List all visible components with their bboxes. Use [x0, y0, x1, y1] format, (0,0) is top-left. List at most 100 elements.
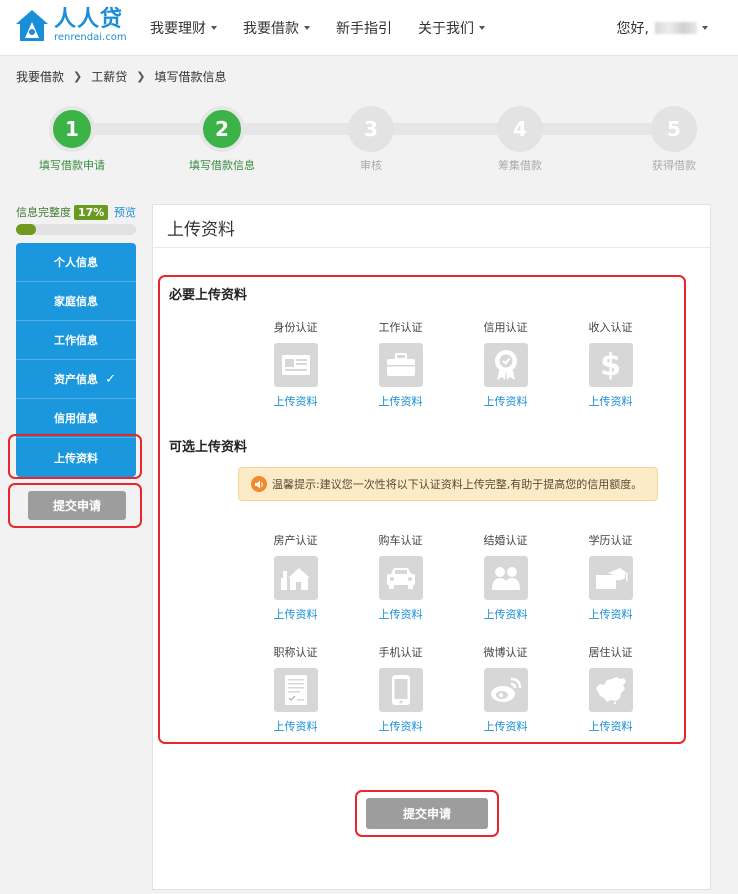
- card-label: 工作认证: [378, 321, 423, 334]
- step-4: 4 筹集借款: [460, 106, 580, 173]
- step-number: 1: [49, 106, 95, 152]
- card-label: 微博认证: [483, 646, 528, 659]
- upload-card-weibo: 微博认证 上传资料: [453, 644, 558, 734]
- car-icon[interactable]: [378, 556, 423, 600]
- sidebar-item-label: 家庭信息: [54, 295, 98, 308]
- sidebar-item-work[interactable]: 工作信息: [16, 321, 136, 360]
- logo-domain: renrendai.com: [54, 32, 127, 43]
- upload-card-house: 房产认证 上传资料: [243, 532, 348, 622]
- sidebar-item-label: 工作信息: [54, 334, 98, 347]
- certificate-doc-icon[interactable]: [273, 668, 318, 712]
- couple-icon[interactable]: [483, 556, 528, 600]
- china-map-icon[interactable]: [588, 668, 633, 712]
- preview-link[interactable]: 预览: [114, 204, 136, 220]
- step-2: 2 填写借款信息: [162, 106, 282, 173]
- breadcrumb-item[interactable]: 我要借款: [16, 68, 64, 85]
- upload-card-education: 学历认证 上传资料: [558, 532, 663, 622]
- nav-about[interactable]: 关于我们: [418, 18, 485, 38]
- logo-name: 人人贷: [54, 7, 124, 32]
- house-icon[interactable]: [273, 556, 318, 600]
- upload-link[interactable]: 上传资料: [558, 393, 663, 409]
- card-label: 结婚认证: [483, 534, 528, 547]
- submit-button[interactable]: 提交申请: [366, 798, 488, 829]
- id-card-icon[interactable]: [273, 343, 318, 387]
- dollar-icon[interactable]: $: [588, 343, 633, 387]
- user-menu[interactable]: 您好,: [617, 0, 708, 56]
- step-number: 5: [651, 106, 697, 152]
- nav-about-label: 关于我们: [418, 21, 474, 37]
- upload-link[interactable]: 上传资料: [243, 606, 348, 622]
- completeness-badge: 17%: [74, 204, 109, 220]
- chevron-down-icon: [211, 26, 217, 30]
- upload-link[interactable]: 上传资料: [558, 718, 663, 734]
- graduation-cap-icon[interactable]: [588, 556, 633, 600]
- required-grid: 身份认证 上传资料 工作认证 上传资料 信用认证 上传资料 收入认证 $ 上传资…: [243, 319, 663, 409]
- optional-section-title: 可选上传资料: [169, 440, 248, 455]
- tip-text: 温馨提示:建议您一次性将以下认证资料上传完整,有助于提高您的信用额度。: [272, 478, 643, 491]
- main-nav: 我要理财 我要借款 新手指引 关于我们: [150, 0, 511, 56]
- sidebar-item-assets[interactable]: 资产信息 ✓: [16, 360, 136, 399]
- blurred-username: [655, 22, 697, 34]
- nav-guide[interactable]: 新手指引: [336, 18, 392, 38]
- card-label: 手机认证: [378, 646, 423, 659]
- chevron-down-icon: [702, 26, 708, 30]
- upload-link[interactable]: 上传资料: [558, 606, 663, 622]
- upload-card-marriage: 结婚认证 上传资料: [453, 532, 558, 622]
- nav-borrow[interactable]: 我要借款: [243, 18, 310, 38]
- breadcrumb-item: 填写借款信息: [154, 70, 227, 84]
- phone-icon[interactable]: [378, 668, 423, 712]
- upload-link[interactable]: 上传资料: [243, 718, 348, 734]
- sidebar-item-family[interactable]: 家庭信息: [16, 282, 136, 321]
- greeting-text: 您好,: [616, 21, 649, 37]
- upload-card-id: 身份认证 上传资料: [243, 319, 348, 409]
- upload-card-car: 购车认证 上传资料: [348, 532, 453, 622]
- upload-card-work: 工作认证 上传资料: [348, 319, 453, 409]
- logo-icon: [14, 8, 50, 44]
- upload-card-phone: 手机认证 上传资料: [348, 644, 453, 734]
- upload-link[interactable]: 上传资料: [243, 393, 348, 409]
- weibo-icon[interactable]: [483, 668, 528, 712]
- optional-grid-row-1: 房产认证 上传资料 购车认证 上传资料 结婚认证 上传资料 学历认证 上传资料: [243, 532, 663, 622]
- upload-link[interactable]: 上传资料: [348, 606, 453, 622]
- upload-card-residence: 居住认证 上传资料: [558, 644, 663, 734]
- card-label: 信用认证: [483, 321, 528, 334]
- step-5: 5 获得借款: [614, 106, 734, 173]
- briefcase-icon[interactable]: [378, 343, 423, 387]
- sidebar-item-personal[interactable]: 个人信息: [16, 243, 136, 282]
- card-label: 购车认证: [378, 534, 423, 547]
- upload-card-income: 收入认证 $ 上传资料: [558, 319, 663, 409]
- card-label: 身份认证: [273, 321, 318, 334]
- nav-invest[interactable]: 我要理财: [150, 18, 217, 38]
- nav-invest-label: 我要理财: [150, 21, 206, 37]
- highlight-box: [8, 434, 142, 479]
- page-title: 上传资料: [167, 220, 235, 240]
- upload-card-credit: 信用认证 上传资料: [453, 319, 558, 409]
- completeness-label: 信息完整度: [16, 206, 71, 219]
- step-1: 1 填写借款申请: [12, 106, 132, 173]
- card-label: 房产认证: [273, 534, 318, 547]
- sidebar-item-credit[interactable]: 信用信息: [16, 399, 136, 438]
- breadcrumb: 我要借款 ❯ 工薪贷 ❯ 填写借款信息: [16, 68, 226, 85]
- site-logo[interactable]: 人人贷 renrendai.com: [14, 8, 127, 44]
- nav-borrow-label: 我要借款: [243, 21, 299, 37]
- breadcrumb-item[interactable]: 工薪贷: [91, 68, 127, 85]
- upload-link[interactable]: 上传资料: [348, 393, 453, 409]
- upload-link[interactable]: 上传资料: [453, 393, 558, 409]
- step-label: 筹集借款: [498, 159, 542, 172]
- step-3: 3 审核: [311, 106, 431, 173]
- tip-banner: 温馨提示:建议您一次性将以下认证资料上传完整,有助于提高您的信用额度。: [238, 467, 658, 501]
- chevron-right-icon: ❯: [136, 70, 146, 83]
- step-number: 2: [199, 106, 245, 152]
- completeness-bar: [16, 224, 136, 235]
- upload-link[interactable]: 上传资料: [453, 718, 558, 734]
- award-ribbon-icon[interactable]: [483, 343, 528, 387]
- top-navbar: 人人贷 renrendai.com 我要理财 我要借款 新手指引 关于我们 您好…: [0, 0, 738, 56]
- step-label: 填写借款申请: [39, 159, 105, 172]
- checkmark-icon: ✓: [105, 371, 116, 387]
- upload-link[interactable]: 上传资料: [453, 606, 558, 622]
- step-label: 获得借款: [652, 159, 696, 172]
- card-label: 职称认证: [273, 646, 318, 659]
- upload-link[interactable]: 上传资料: [348, 718, 453, 734]
- step-number: 3: [348, 106, 394, 152]
- sidebar-submit-button[interactable]: 提交申请: [28, 491, 126, 520]
